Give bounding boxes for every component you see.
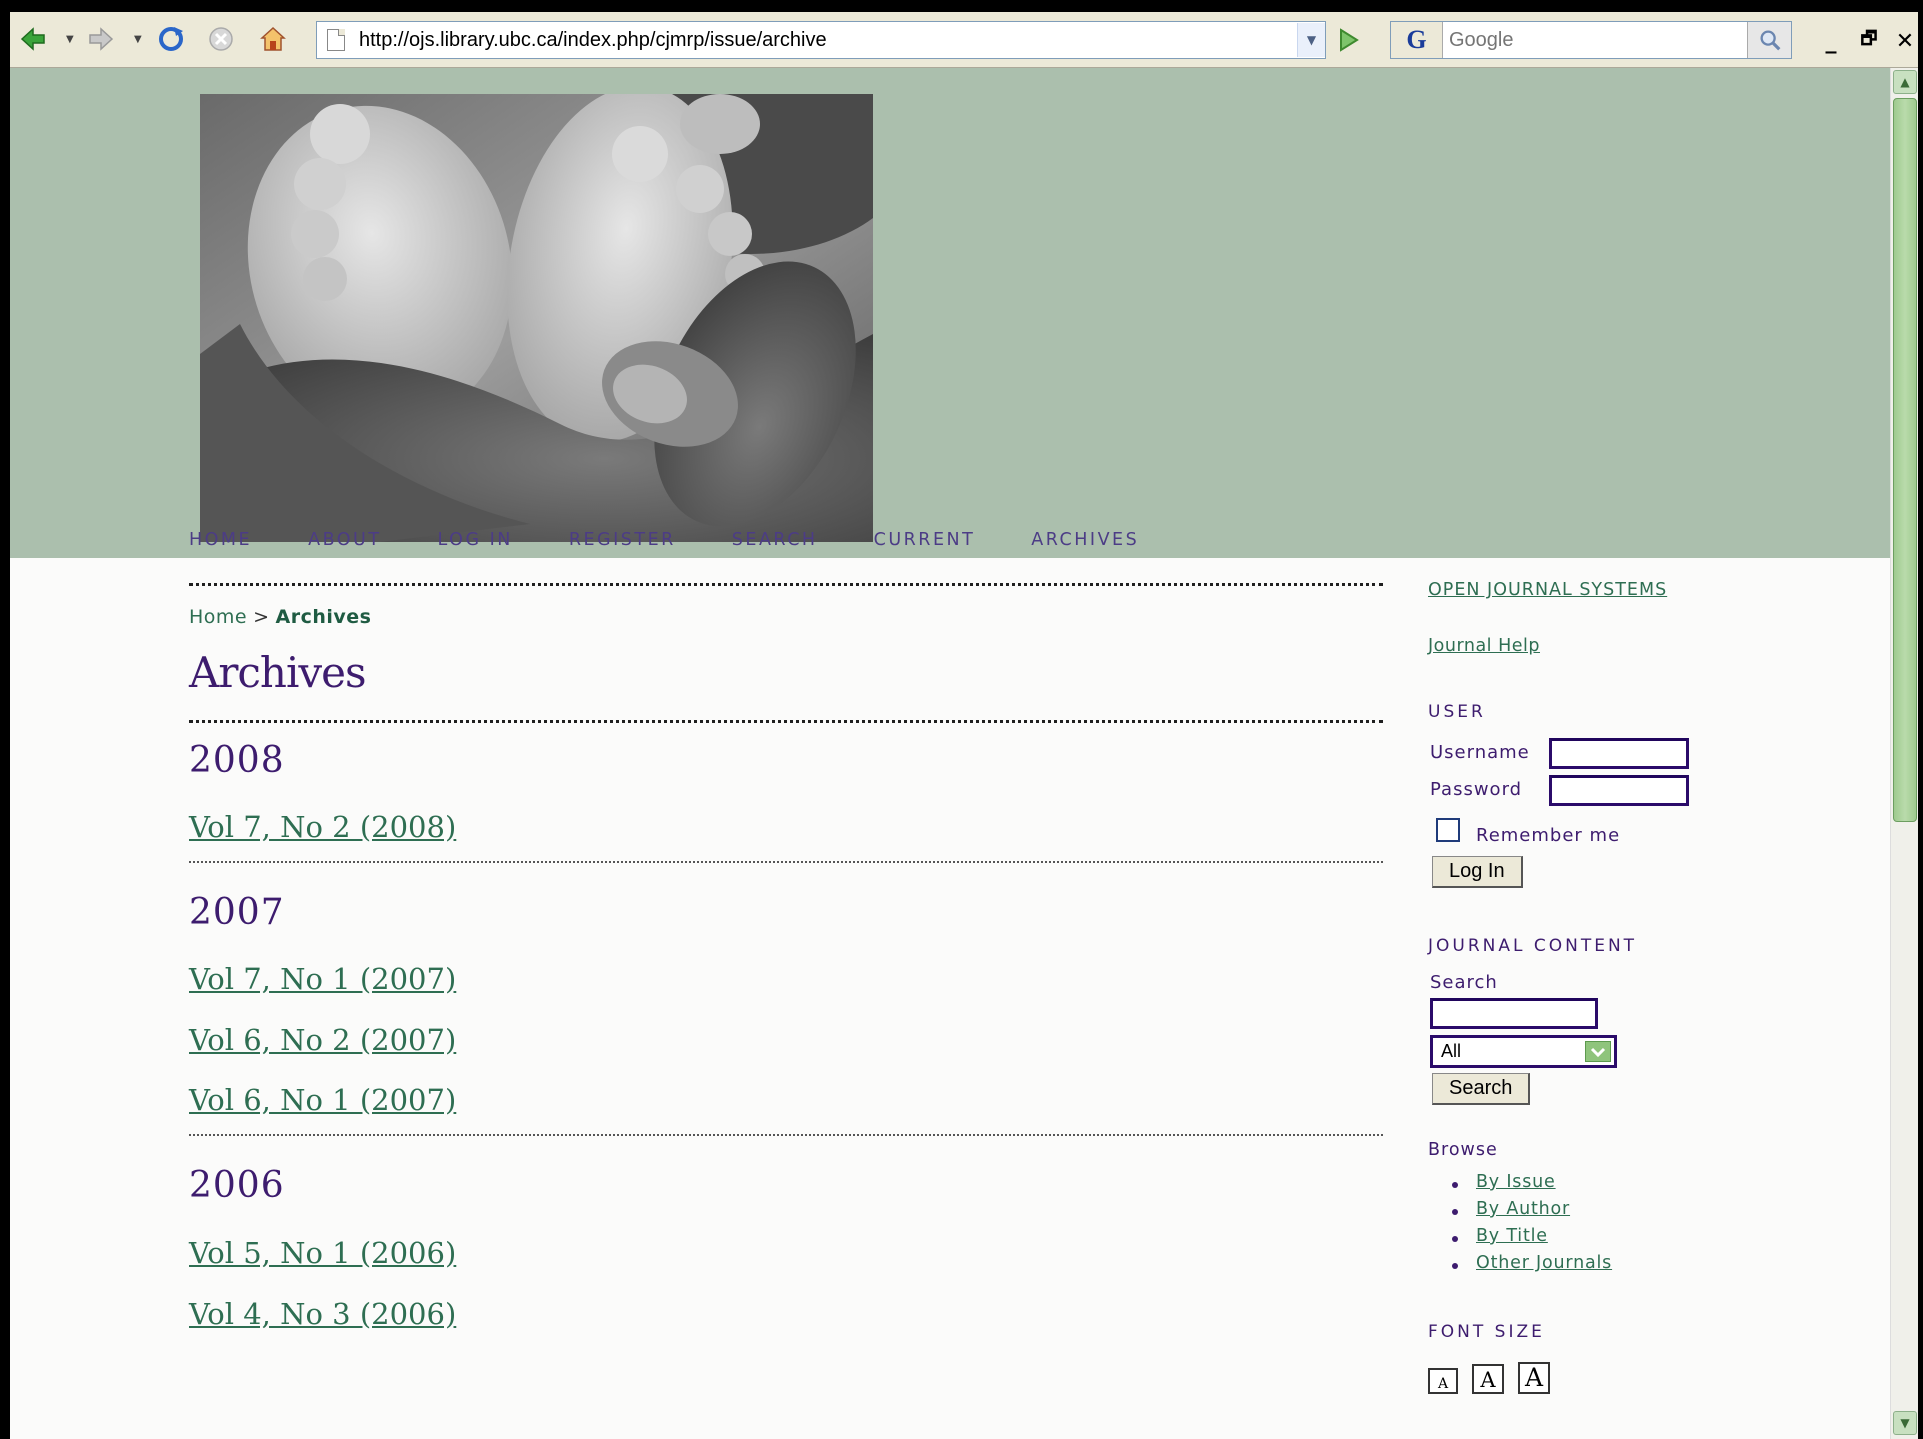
browse-by-author-link[interactable]: By Author: [1476, 1199, 1570, 1219]
browse-by-title-link[interactable]: By Title: [1476, 1226, 1548, 1246]
browser-toolbar: ▼ ▼ http://ojs.library.ubc.ca/index.php/…: [10, 12, 1918, 68]
issue-link[interactable]: Vol 6, No 1 (2007): [189, 1083, 456, 1117]
page-icon: [327, 29, 345, 51]
nav-home[interactable]: HOME: [189, 530, 252, 550]
google-search-button[interactable]: [1747, 22, 1791, 58]
page-title: Archives: [189, 648, 367, 697]
browse-item: By Issue: [1452, 1172, 1612, 1199]
year-divider: [189, 861, 1383, 863]
address-bar[interactable]: http://ojs.library.ubc.ca/index.php/cjmr…: [316, 21, 1326, 59]
journal-help-link[interactable]: Journal Help: [1428, 636, 1540, 656]
home-button[interactable]: [258, 24, 288, 54]
journal-content-heading: JOURNAL CONTENT: [1428, 936, 1638, 956]
remember-me-row: Remember me: [1428, 818, 1728, 848]
google-search-box[interactable]: G: [1390, 21, 1792, 59]
restore-button[interactable]: 🗗: [1854, 26, 1884, 56]
stop-icon: [209, 27, 233, 51]
browse-item: By Title: [1452, 1226, 1612, 1253]
nav-login[interactable]: LOG IN: [438, 530, 513, 550]
issue-link[interactable]: Vol 6, No 2 (2007): [189, 1023, 456, 1057]
year-divider: [189, 1134, 1383, 1136]
font-size-large-button[interactable]: A: [1518, 1362, 1550, 1394]
go-icon: [1340, 28, 1359, 52]
username-label: Username: [1430, 742, 1530, 763]
forward-arrow-icon: [89, 27, 114, 51]
browse-by-issue-link[interactable]: By Issue: [1476, 1172, 1556, 1192]
journal-search-input[interactable]: [1430, 998, 1598, 1029]
nav-current[interactable]: CURRENT: [874, 530, 976, 550]
forward-dropdown-icon[interactable]: ▼: [134, 34, 144, 45]
sidebar: OPEN JOURNAL SYSTEMS Journal Help USER U…: [1428, 490, 1868, 1394]
issue-link[interactable]: Vol 4, No 3 (2006): [189, 1297, 456, 1331]
nav-register[interactable]: REGISTER: [569, 530, 676, 550]
refresh-icon: [159, 27, 183, 51]
stop-button[interactable]: [206, 24, 236, 54]
issue-link[interactable]: Vol 5, No 1 (2006): [189, 1236, 456, 1270]
browse-item: By Author: [1452, 1199, 1612, 1226]
scroll-thumb[interactable]: [1893, 98, 1917, 822]
login-button[interactable]: Log In: [1432, 856, 1523, 888]
browse-item: Other Journals: [1452, 1253, 1612, 1280]
close-button[interactable]: ✕: [1890, 26, 1920, 56]
remember-me-checkbox[interactable]: [1436, 818, 1460, 842]
magnifier-icon: [1759, 30, 1780, 51]
browse-list: By Issue By Author By Title Other Journa…: [1452, 1172, 1612, 1280]
chevron-down-icon[interactable]: [1585, 1041, 1611, 1062]
ojs-link[interactable]: OPEN JOURNAL SYSTEMS: [1428, 580, 1667, 600]
back-arrow-icon: [20, 27, 45, 51]
banner-photo: [200, 94, 873, 542]
browse-label: Browse: [1428, 1140, 1498, 1160]
google-search-input[interactable]: [1443, 23, 1747, 57]
password-label: Password: [1430, 779, 1523, 800]
font-size-medium-button[interactable]: A: [1472, 1364, 1504, 1394]
font-size-small-button[interactable]: A: [1428, 1368, 1458, 1394]
nav-search[interactable]: SEARCH: [732, 530, 818, 550]
search-label: Search: [1430, 972, 1498, 993]
breadcrumb: Home > Archives: [189, 606, 372, 628]
nav-archives[interactable]: ARCHIVES: [1031, 530, 1139, 550]
search-scope-value: All: [1441, 1041, 1462, 1061]
forward-button[interactable]: [86, 24, 116, 54]
issue-link[interactable]: Vol 7, No 1 (2007): [189, 962, 456, 996]
go-button[interactable]: [1330, 22, 1366, 58]
nav-about[interactable]: ABOUT: [308, 530, 381, 550]
scroll-up-icon[interactable]: ▲: [1893, 70, 1917, 94]
minimize-button[interactable]: _: [1816, 26, 1846, 56]
breadcrumb-current[interactable]: Archives: [276, 606, 372, 628]
search-scope-select[interactable]: All: [1430, 1035, 1617, 1068]
scroll-down-icon[interactable]: ▼: [1893, 1411, 1917, 1435]
journal-banner: [10, 68, 1890, 558]
breadcrumb-home[interactable]: Home: [189, 606, 247, 628]
journal-search-button[interactable]: Search: [1432, 1073, 1531, 1105]
user-heading: USER: [1428, 702, 1486, 722]
breadcrumb-separator: >: [253, 606, 270, 628]
year-heading-2006: 2006: [189, 1165, 285, 1206]
journal-navbar: HOME ABOUT LOG IN REGISTER SEARCH CURREN…: [189, 490, 1383, 586]
back-dropdown-icon[interactable]: ▼: [66, 34, 76, 45]
year-heading-2007: 2007: [189, 892, 285, 933]
google-logo-icon[interactable]: G: [1391, 22, 1443, 58]
url-text[interactable]: http://ojs.library.ubc.ca/index.php/cjmr…: [359, 29, 1297, 52]
home-icon: [260, 26, 286, 51]
refresh-button[interactable]: [156, 24, 186, 54]
vertical-scrollbar[interactable]: ▲ ▼: [1890, 68, 1918, 1439]
year-heading-2008: 2008: [189, 740, 285, 781]
back-button[interactable]: [18, 24, 48, 54]
remember-me-label: Remember me: [1476, 825, 1621, 846]
main-content: HOME ABOUT LOG IN REGISTER SEARCH CURREN…: [189, 490, 1383, 1371]
other-journals-link[interactable]: Other Journals: [1476, 1253, 1612, 1273]
title-divider: [189, 720, 1383, 723]
font-size-heading: FONT SIZE: [1428, 1322, 1545, 1342]
username-input[interactable]: [1549, 738, 1689, 769]
issue-link[interactable]: Vol 7, No 2 (2008): [189, 810, 456, 844]
url-dropdown-icon[interactable]: ▼: [1297, 23, 1325, 57]
password-input[interactable]: [1549, 775, 1689, 806]
